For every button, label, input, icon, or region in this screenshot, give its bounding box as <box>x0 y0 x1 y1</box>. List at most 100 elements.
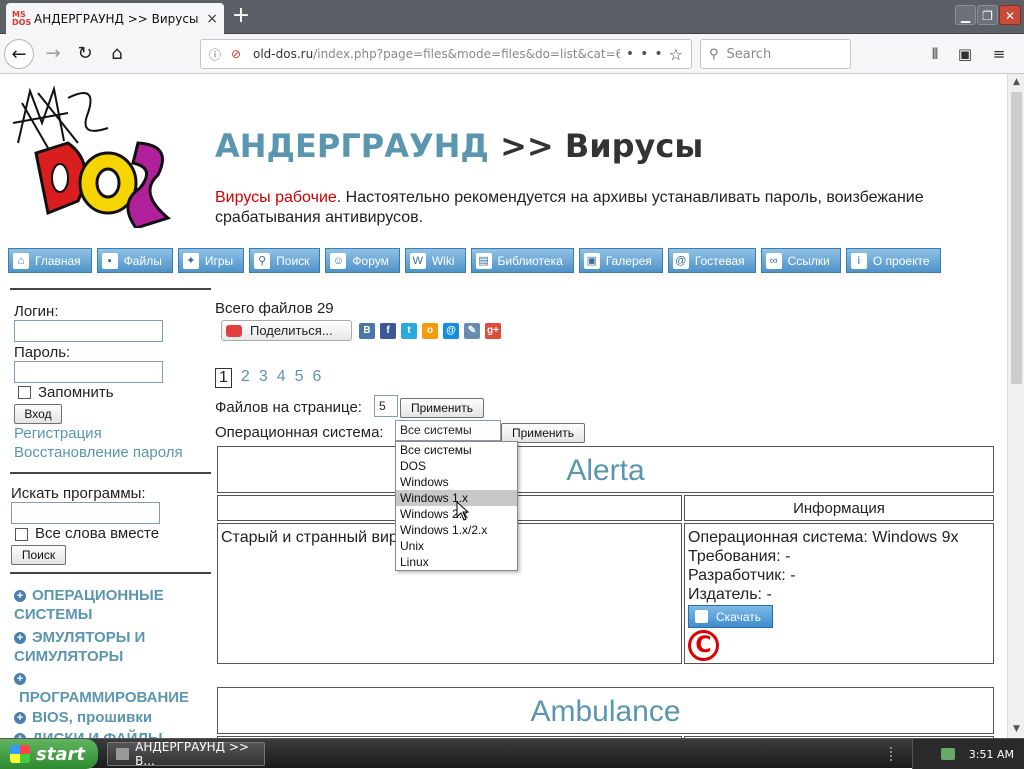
category-programming[interactable]: + ПРОГРАММИРОВАНИЕ <box>14 669 209 707</box>
twitter-icon[interactable]: t <box>401 323 417 339</box>
livejournal-icon[interactable]: ✎ <box>464 323 480 339</box>
category-disks[interactable]: +ДИСКИ И ФАЙЛЫ <box>14 729 209 738</box>
file-title[interactable]: Alerta <box>217 454 994 488</box>
nav-button-3[interactable]: ⚲ Поиск <box>249 248 321 273</box>
file-description: Старый и странный вирус <box>221 529 414 546</box>
program-search-input[interactable] <box>11 502 160 524</box>
os-filter-select[interactable]: Все системы <box>395 420 501 441</box>
url-text: old-dos.ru/index.php?page=files&mode=fil… <box>253 47 620 61</box>
breadcrumb-link[interactable]: АНДЕРГРАУНД <box>215 127 489 165</box>
close-window-icon[interactable]: ✕ <box>999 5 1021 25</box>
nav-button-0[interactable]: ⌂ Главная <box>8 248 92 273</box>
os-filter-apply-button[interactable]: Применить <box>501 423 585 443</box>
all-words-label: Все слова вместе <box>35 525 160 542</box>
scroll-up-icon[interactable]: ▲ <box>1008 74 1024 91</box>
os-filter-label: Операционная система: <box>215 424 384 441</box>
reload-icon[interactable]: ↻ <box>70 39 100 69</box>
nav-button-9[interactable]: ∞ Ссылки <box>760 248 841 273</box>
odnoklassniki-icon[interactable]: o <box>422 323 438 339</box>
home-icon[interactable]: ⌂ <box>102 39 132 69</box>
page-actions-icon[interactable]: ••• <box>626 46 669 62</box>
library-icon[interactable]: ⫴ <box>920 39 950 69</box>
nav-button-10[interactable]: i О проекте <box>845 248 941 273</box>
scroll-thumb[interactable] <box>1011 92 1022 384</box>
os-option[interactable]: DOS <box>396 458 517 474</box>
nav-button-label: Ссылки <box>787 253 830 268</box>
site-info-icon[interactable]: ⓘ <box>209 46 225 63</box>
copyright-icon: C <box>688 630 719 661</box>
os-option[interactable]: Windows 1.x/2.x <box>396 522 517 538</box>
tab-bar: MSDOS АНДЕРГРАУНД >> Вирусы - Ста × + ▁ … <box>0 0 1024 34</box>
network-icon[interactable] <box>940 748 955 760</box>
file-title[interactable]: Ambulance <box>217 695 994 729</box>
nav-button-7[interactable]: ▣ Галерея <box>578 248 663 273</box>
back-arrow-icon[interactable]: ← <box>4 39 34 69</box>
remember-label: Запомнить <box>38 384 114 401</box>
restore-icon[interactable]: ❐ <box>977 5 998 25</box>
page-link-4[interactable]: 4 <box>277 368 286 388</box>
facebook-icon[interactable]: f <box>380 323 396 339</box>
password-input[interactable] <box>14 361 163 383</box>
page-link-6[interactable]: 6 <box>313 368 322 388</box>
login-input[interactable] <box>14 320 163 342</box>
os-option[interactable]: Windows <box>396 474 517 490</box>
category-os[interactable]: + ОПЕРАЦИОННЫЕ СИСТЕМЫ <box>14 586 209 624</box>
per-page-input[interactable]: 5 <box>374 395 398 417</box>
clock[interactable]: 3:51 AM <box>969 748 1014 761</box>
vk-icon[interactable]: B <box>359 323 375 339</box>
new-tab-button[interactable]: + <box>229 5 253 29</box>
browser-tab[interactable]: MSDOS АНДЕРГРАУНД >> Вирусы - Ста × <box>6 3 224 34</box>
page-link-1[interactable]: 1 <box>215 368 232 388</box>
nav-button-2[interactable]: ✦ Игры <box>177 248 245 273</box>
page-link-5[interactable]: 5 <box>295 368 304 388</box>
login-label: Логин: <box>14 303 59 320</box>
nav-button-4[interactable]: ☺ Форум <box>325 248 400 273</box>
tab-title: АНДЕРГРАУНД >> Вирусы - Ста <box>34 11 202 26</box>
minimize-icon[interactable]: ▁ <box>955 5 976 25</box>
googleplus-icon[interactable]: g+ <box>485 323 501 339</box>
page-link-3[interactable]: 3 <box>259 368 268 388</box>
os-option[interactable]: Unix <box>396 538 517 554</box>
link-icon: ∞ <box>765 252 782 269</box>
pagination: 123456 <box>215 368 321 388</box>
mailru-icon[interactable]: @ <box>443 323 459 339</box>
search-box[interactable]: ⚲ Search <box>700 39 851 69</box>
address-bar[interactable]: ⓘ ⊘ old-dos.ru/index.php?page=files&mode… <box>200 39 692 69</box>
magnifier-icon: ⚲ <box>254 252 271 269</box>
page-title: АНДЕРГРАУНД >> Вирусы <box>215 127 704 165</box>
nav-button-1[interactable]: ▪ Файлы <box>96 248 173 273</box>
os-option[interactable]: Все системы <box>396 442 517 458</box>
insecure-lock-icon[interactable]: ⊘ <box>231 47 247 61</box>
vertical-scrollbar[interactable]: ▲ ▼ <box>1007 74 1024 738</box>
nav-button-8[interactable]: @ Гостевая <box>667 248 756 273</box>
windows-flag-icon <box>10 745 30 763</box>
taskbar-grip[interactable] <box>890 747 900 761</box>
download-button[interactable]: Скачать <box>688 605 773 628</box>
taskbar-window-item[interactable]: АНДЕРГРАУНД >> В... <box>107 740 265 768</box>
forward-arrow-icon[interactable]: → <box>38 39 68 69</box>
start-button[interactable]: start <box>0 739 98 769</box>
tab-close-icon[interactable]: × <box>206 11 218 27</box>
share-button[interactable]: Поделиться... <box>221 320 352 341</box>
file-publisher: Издатель: - <box>688 586 772 603</box>
nav-button-5[interactable]: W Wiki <box>404 248 466 273</box>
category-bios[interactable]: + BIOS, прошивки <box>14 708 209 727</box>
bookmark-star-icon[interactable]: ☆ <box>669 45 683 64</box>
per-page-apply-button[interactable]: Применить <box>400 398 484 418</box>
remember-checkbox[interactable] <box>18 386 31 399</box>
terminal-icon: ▪ <box>101 252 118 269</box>
scroll-down-icon[interactable]: ▼ <box>1008 721 1024 738</box>
os-option[interactable]: Linux <box>396 554 517 570</box>
program-search-button[interactable]: Поиск <box>11 545 66 565</box>
restore-password-link[interactable]: Восстановление пароля <box>14 444 183 461</box>
sidebar-toggle-icon[interactable]: ▣ <box>950 39 980 69</box>
all-words-checkbox[interactable] <box>15 528 28 541</box>
menu-icon[interactable]: ≡ <box>984 39 1014 69</box>
category-emulators[interactable]: + ЭМУЛЯТОРЫ И СИМУЛЯТОРЫ <box>14 628 209 666</box>
nav-button-6[interactable]: ▤ Библиотека <box>470 248 574 273</box>
picture-icon: ▣ <box>583 252 600 269</box>
page-link-2[interactable]: 2 <box>241 368 250 388</box>
sidebar-divider <box>10 288 211 290</box>
register-link[interactable]: Регистрация <box>14 425 102 442</box>
login-button[interactable]: Вход <box>14 404 62 424</box>
